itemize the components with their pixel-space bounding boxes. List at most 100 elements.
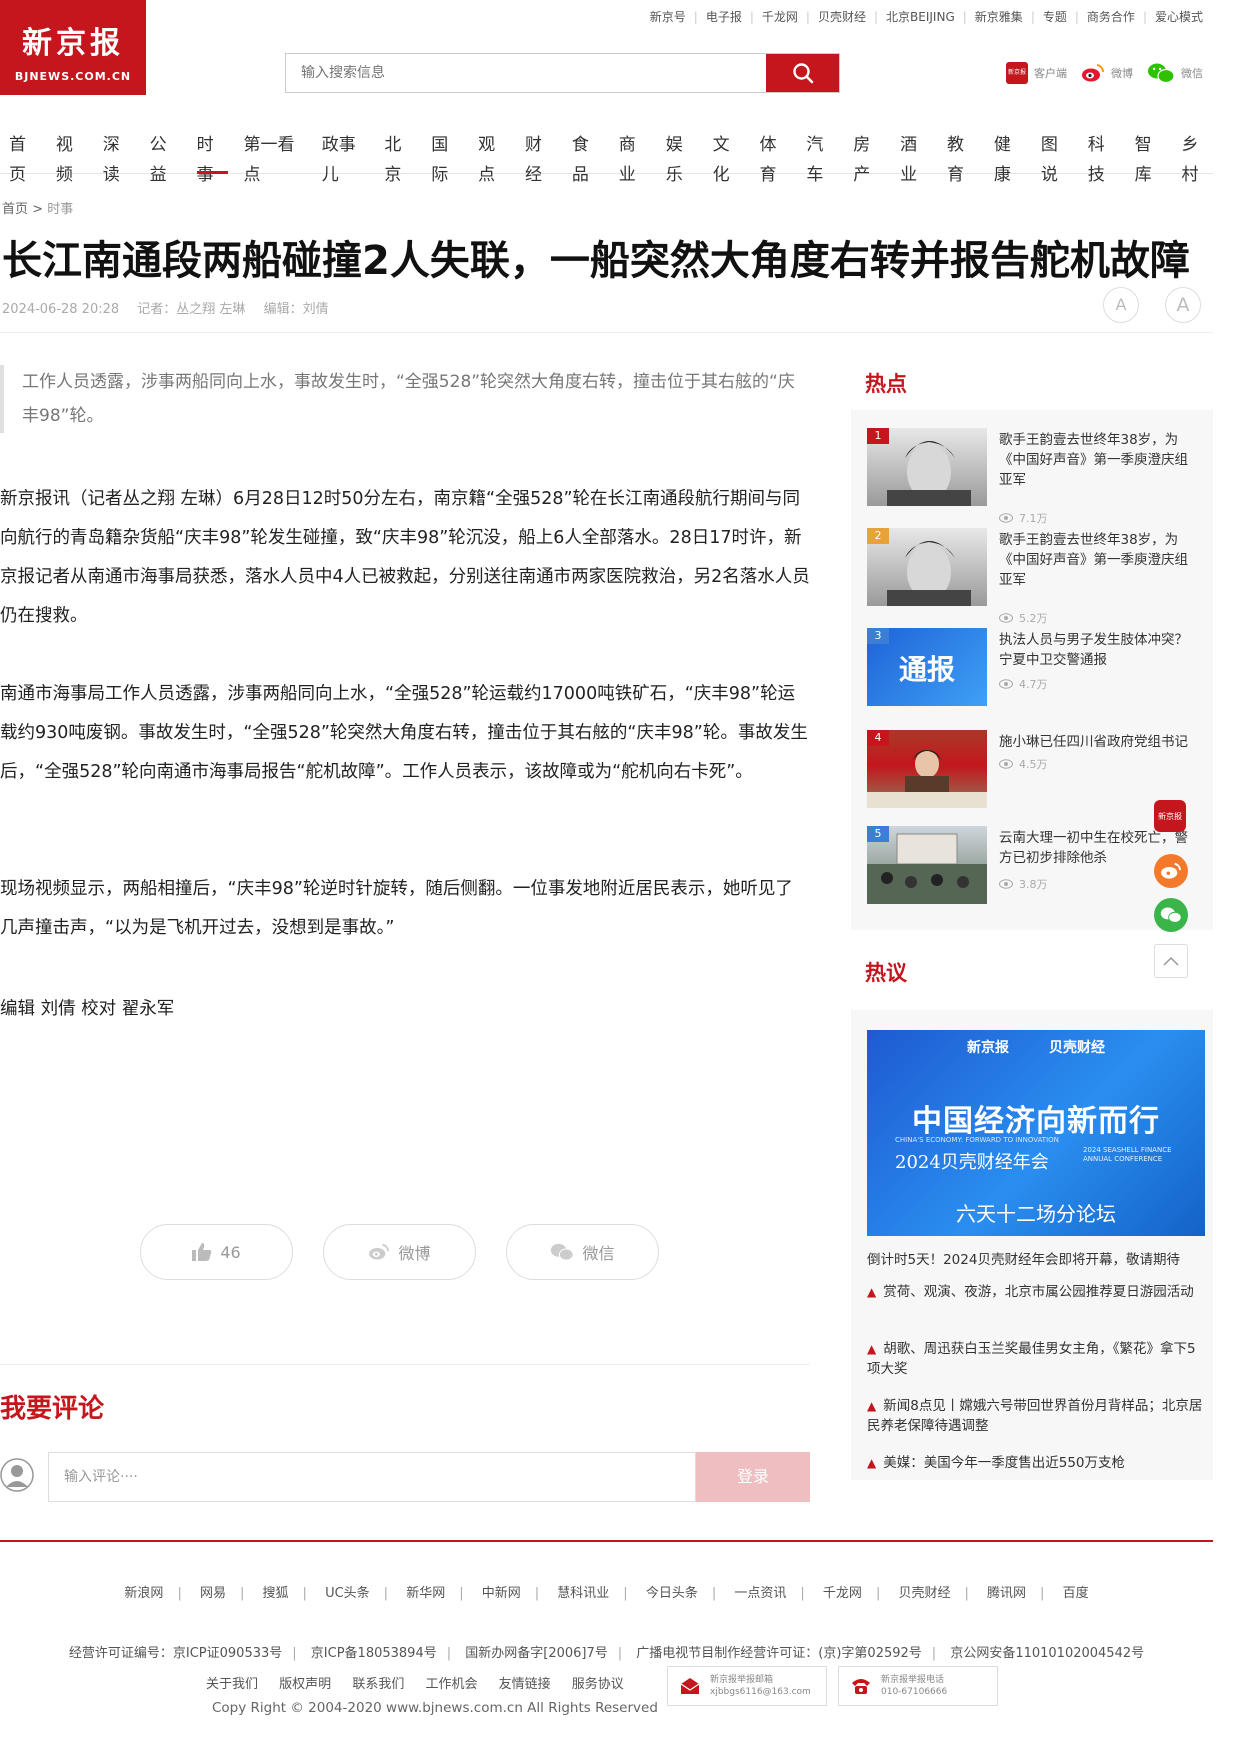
hot-views: 5.2万: [999, 610, 1048, 626]
promo-brand-right: 贝壳财经: [1049, 1040, 1105, 1056]
thumbs-up-icon: [192, 1243, 212, 1261]
client-app-link[interactable]: 新京报 客户端: [1006, 62, 1067, 84]
report-phone-box[interactable]: 新京报举报电话 010-67106666: [838, 1666, 998, 1706]
footer-link[interactable]: 网易: [200, 1586, 226, 1601]
breadcrumb-current[interactable]: 时事: [47, 202, 73, 217]
debate-item[interactable]: ▲ 新闻8点见丨嫦娥六号带回世界首份月背样品；北京居民养老保障待遇调整: [867, 1396, 1207, 1436]
footer-link[interactable]: 一点资讯: [734, 1586, 786, 1601]
float-wechat-button[interactable]: [1154, 898, 1188, 932]
weibo-icon: [1161, 862, 1181, 879]
nav-item[interactable]: 图说: [1041, 130, 1072, 185]
nav-item[interactable]: 娱乐: [666, 130, 697, 185]
nav-item[interactable]: 科技: [1088, 130, 1119, 185]
topnav-link[interactable]: 商务合作: [1087, 8, 1135, 25]
footer-link[interactable]: 慧科讯业: [557, 1586, 609, 1601]
hot-text: 歌手王韵壹去世终年38岁，为《中国好声音》第一季庾澄庆组亚军: [999, 532, 1188, 588]
footer-link[interactable]: 百度: [1063, 1586, 1089, 1601]
footer-about-link[interactable]: 工作机会: [425, 1677, 477, 1692]
fire-icon: ▲: [867, 1399, 877, 1413]
nav-item[interactable]: 教育: [947, 130, 978, 185]
wechat-icon: [551, 1243, 575, 1261]
nav-item[interactable]: 首页: [9, 130, 40, 185]
nav-item[interactable]: 北京: [384, 130, 415, 185]
hot-rank: 4: [867, 730, 889, 746]
footer-about-link[interactable]: 关于我们: [206, 1677, 258, 1692]
report-mail-box[interactable]: 新京报举报邮箱 xjbbgs6116@163.com: [667, 1666, 827, 1706]
nav-item[interactable]: 视频: [56, 130, 87, 185]
footer-about-link[interactable]: 联系我们: [352, 1677, 404, 1692]
comment-input[interactable]: 输入评论····: [48, 1452, 696, 1502]
float-weibo-button[interactable]: [1154, 854, 1188, 888]
topnav-link[interactable]: 贝壳财经: [818, 8, 866, 25]
hot-views: 7.1万: [999, 510, 1048, 526]
debate-item[interactable]: ▲ 美媒：美国今年一季度售出近550万支枪: [867, 1453, 1207, 1473]
debate-item[interactable]: ▲ 胡歌、周迅获白玉兰奖最佳男女主角，《繁花》拿下5项大奖: [867, 1339, 1207, 1379]
nav-item[interactable]: 第一看点: [243, 130, 306, 185]
share-weibo-button[interactable]: 微博: [323, 1224, 476, 1280]
nav-item[interactable]: 深读: [103, 130, 134, 185]
nav-item[interactable]: 国际: [431, 130, 462, 185]
search-input[interactable]: [286, 54, 766, 92]
footer-divider: [0, 1540, 1213, 1542]
nav-item[interactable]: 商业: [619, 130, 650, 185]
promo-caption[interactable]: 倒计时5天！2024贝壳财经年会即将开幕，敬请期待: [867, 1248, 1207, 1268]
nav-item[interactable]: 智库: [1135, 130, 1166, 185]
topnav-link[interactable]: 北京BEIJING: [886, 8, 955, 25]
hot-list: 1 歌手王韵壹去世终年38岁，为《中国好声音》第一季庾澄庆组亚军 7.1万 2 …: [851, 410, 1213, 930]
footer-about-link[interactable]: 版权声明: [279, 1677, 331, 1692]
nav-item[interactable]: 公益: [150, 130, 181, 185]
footer-link[interactable]: 千龙网: [823, 1586, 862, 1601]
nav-item[interactable]: 文化: [713, 130, 744, 185]
footer-about-link[interactable]: 友情链接: [499, 1677, 551, 1692]
footer-link[interactable]: 腾讯网: [987, 1586, 1026, 1601]
license-text: 国新办网备字[2006]7号: [465, 1646, 608, 1661]
footer-about-link[interactable]: 服务协议: [572, 1677, 624, 1692]
topnav-link[interactable]: 专题: [1043, 8, 1067, 25]
nav-item[interactable]: 房产: [853, 130, 884, 185]
footer-link[interactable]: 新华网: [406, 1586, 445, 1601]
copyright: Copy Right © 2004-2020 www.bjnews.com.cn…: [212, 1700, 658, 1716]
nav-item[interactable]: 汽车: [806, 130, 837, 185]
site-logo[interactable]: 新京报 BJNEWS.COM.CN: [0, 0, 146, 95]
debate-item[interactable]: ▲ 赏荷、观演、夜游，北京市属公园推荐夏日游园活动: [867, 1282, 1207, 1302]
footer-link[interactable]: 新浪网: [124, 1586, 163, 1601]
nav-item[interactable]: 政事儿: [322, 130, 369, 185]
nav-item[interactable]: 观点: [478, 130, 509, 185]
login-button[interactable]: 登录: [696, 1452, 810, 1502]
topnav-link[interactable]: 千龙网: [762, 8, 798, 25]
float-client-button[interactable]: 新京报: [1154, 800, 1186, 832]
breadcrumb-home[interactable]: 首页: [2, 202, 28, 217]
nav-item[interactable]: 乡村: [1181, 130, 1212, 185]
footer-link[interactable]: 搜狐: [263, 1586, 289, 1601]
nav-item[interactable]: 财经: [525, 130, 556, 185]
weibo-link[interactable]: 微博: [1081, 63, 1133, 83]
app-links: 新京报 客户端 微博 微信: [992, 62, 1203, 84]
nav-item[interactable]: 体育: [759, 130, 790, 185]
hot-views: 4.7万: [999, 676, 1048, 692]
topnav-link[interactable]: 电子报: [706, 8, 742, 25]
footer-link[interactable]: 今日头条: [646, 1586, 698, 1601]
back-to-top-button[interactable]: [1154, 944, 1188, 978]
search-button[interactable]: [766, 54, 839, 92]
license-text: 广播电视节目制作经营许可证：(京)字第02592号: [636, 1646, 922, 1661]
font-size-small-button[interactable]: A: [1103, 287, 1139, 323]
nav-item-active[interactable]: 时事: [196, 130, 229, 185]
footer-link[interactable]: 中新网: [482, 1586, 521, 1601]
article-paragraph: 现场视频显示，两船相撞后，“庆丰98”轮逆时针旋转，随后侧翻。一位事发地附近居民…: [0, 879, 793, 938]
nav-item[interactable]: 食品: [572, 130, 603, 185]
nav-item[interactable]: 健康: [994, 130, 1025, 185]
topnav-link[interactable]: 新京雅集: [975, 8, 1023, 25]
footer-link[interactable]: UC头条: [325, 1586, 370, 1601]
license-text: 经营许可证编号：京ICP证090533号: [68, 1646, 283, 1661]
wechat-link[interactable]: 微信: [1147, 62, 1203, 84]
footer-link[interactable]: 贝壳财经: [898, 1586, 950, 1601]
like-button[interactable]: 46: [140, 1224, 293, 1280]
topnav-link[interactable]: 新京号: [650, 8, 686, 25]
nav-item[interactable]: 酒业: [900, 130, 931, 185]
weibo-icon: [1082, 64, 1105, 82]
font-size-large-button[interactable]: A: [1165, 287, 1201, 323]
topnav-link[interactable]: 爱心模式: [1155, 8, 1203, 25]
promo-banner[interactable]: 新京报 贝壳财经 中国经济向新而行 CHINA'S ECONOMY: FORWA…: [867, 1030, 1205, 1236]
like-count: 46: [220, 1242, 241, 1262]
share-wechat-button[interactable]: 微信: [506, 1224, 659, 1280]
